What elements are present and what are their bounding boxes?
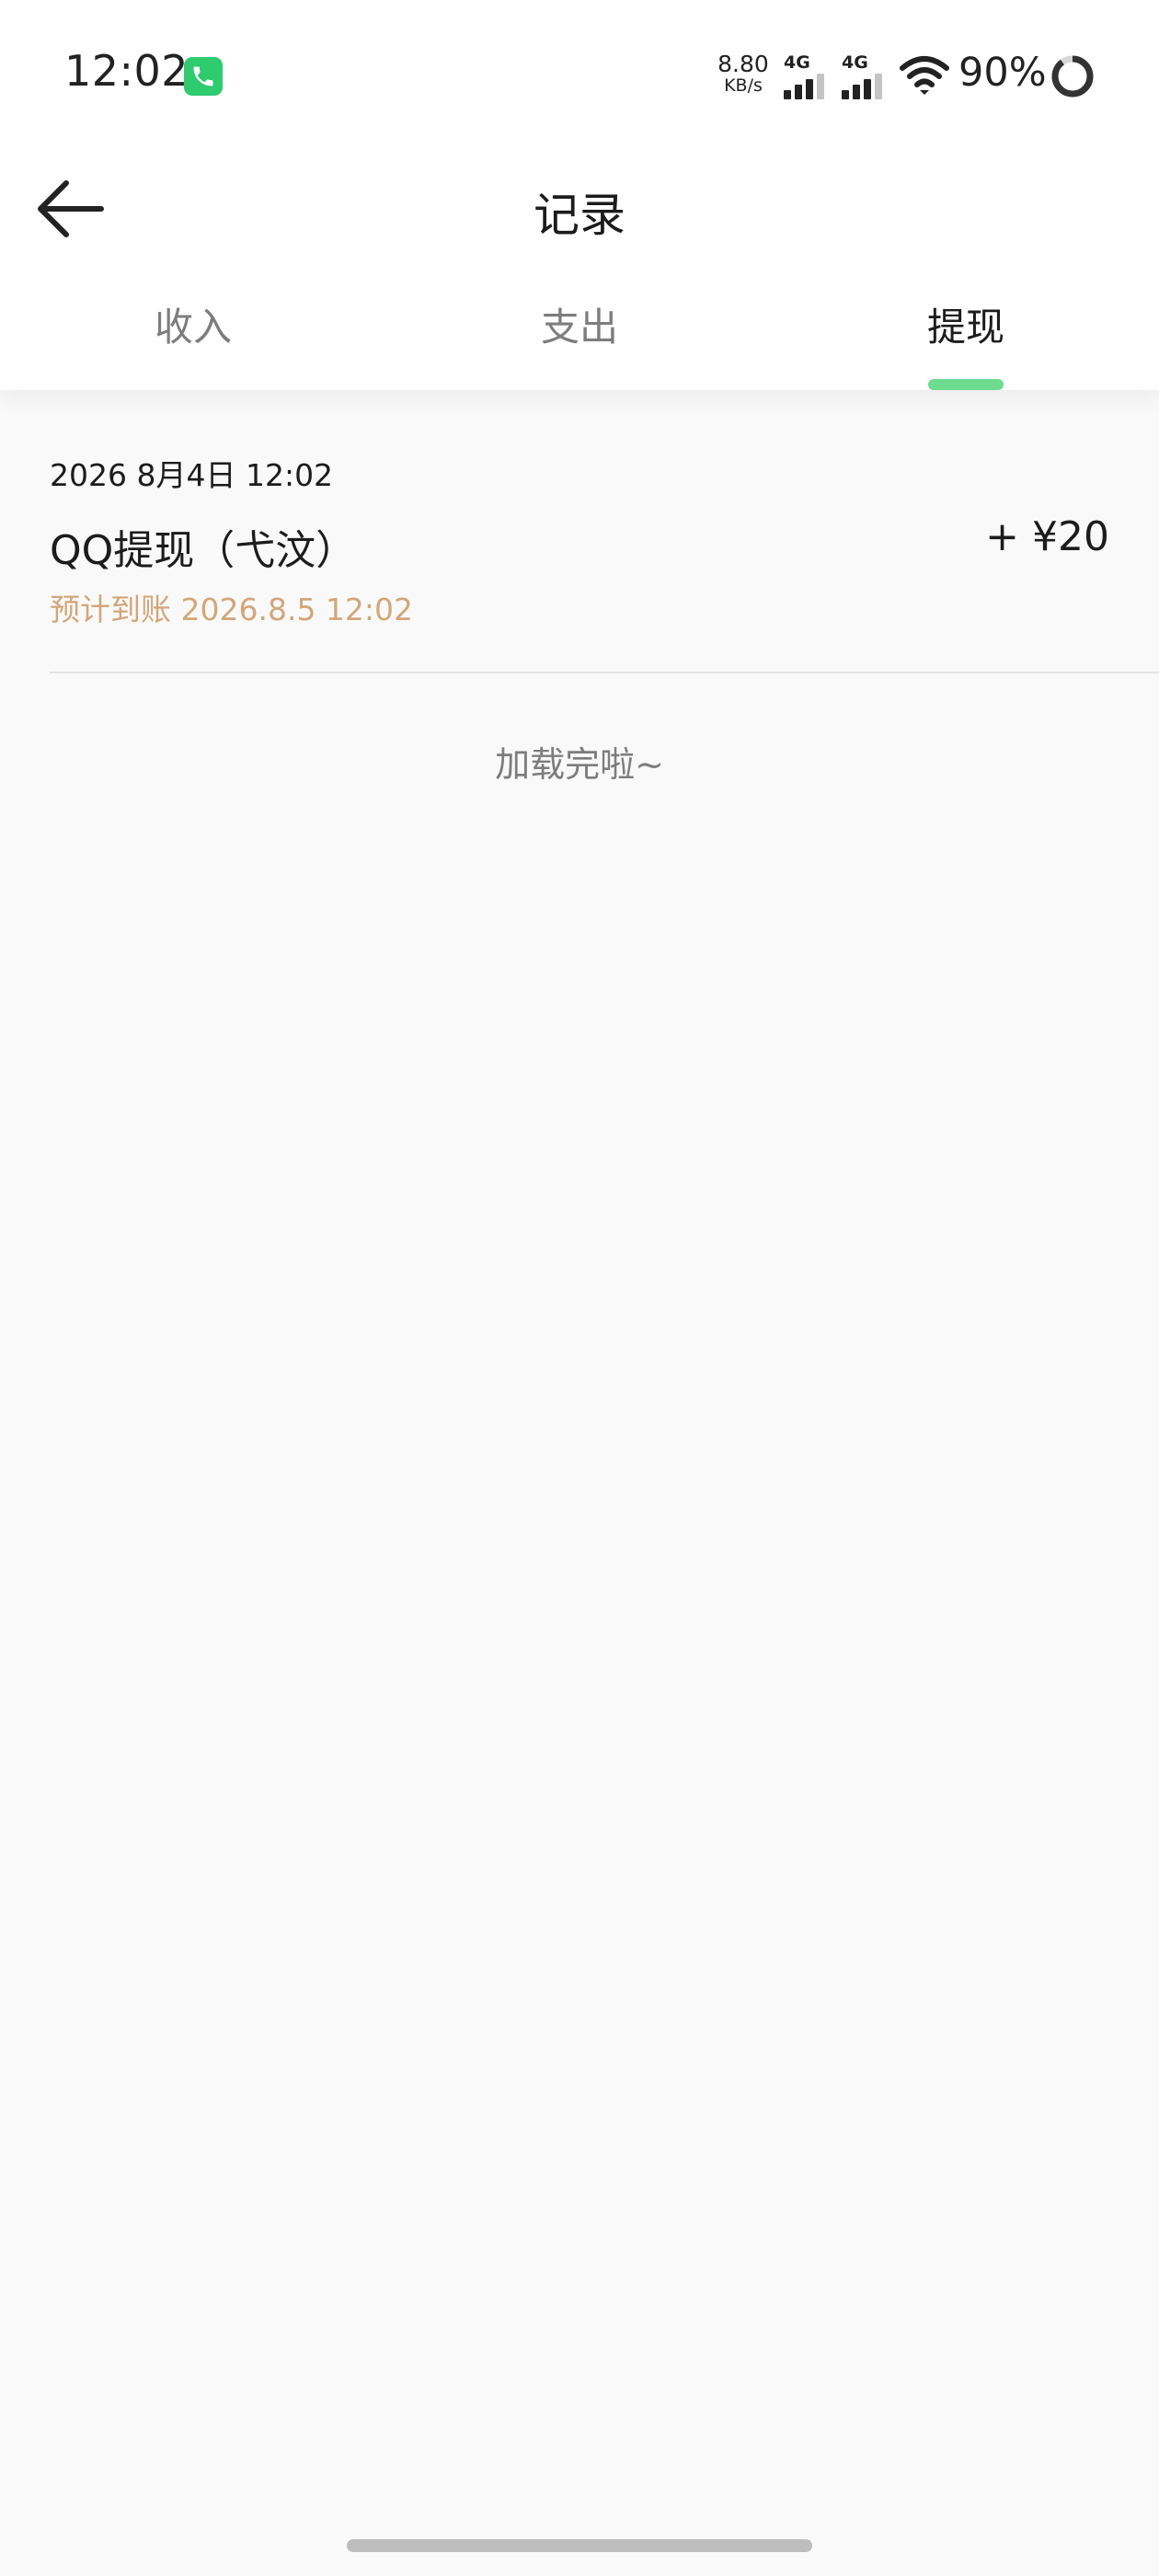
status-bar: 12:02 8.80 KB/s 4G 4G 90%	[0, 0, 1159, 152]
signal-1-label: 4G	[784, 52, 810, 73]
record-amount: + ¥20	[985, 513, 1109, 560]
record-date: 2026 8月4日 12:02	[50, 457, 334, 493]
battery-percent: 90%	[958, 50, 1047, 96]
signal-1-icon: 4G	[784, 53, 833, 99]
battery-ring-icon	[1050, 53, 1096, 103]
signal-2-label: 4G	[842, 52, 868, 73]
record-item[interactable]: 2026 8月4日 12:02 QQ提现（弋汶） + ¥20 预计到账 2026…	[50, 442, 1159, 673]
network-speed-unit: KB/s	[724, 75, 763, 96]
record-name: QQ提现（弋汶）	[50, 527, 357, 574]
home-indicator[interactable]	[347, 2539, 812, 2552]
network-speed: 8.80 KB/s	[716, 52, 771, 96]
record-eta: 预计到账 2026.8.5 12:02	[50, 592, 414, 627]
phone-call-icon[interactable]	[184, 57, 223, 96]
signal-2-icon: 4G	[842, 53, 891, 99]
tab-income[interactable]: 收入	[0, 296, 386, 352]
top-panel: 12:02 8.80 KB/s 4G 4G 90% 记录 收入 支出 提现	[0, 0, 1159, 390]
page-title: 记录	[534, 189, 625, 242]
tab-withdraw[interactable]: 提现	[773, 296, 1159, 352]
load-complete-text: 加载完啦~	[495, 744, 664, 785]
network-speed-value: 8.80	[717, 51, 769, 77]
tab-expense[interactable]: 支出	[386, 296, 773, 352]
wifi-icon	[900, 55, 949, 99]
status-time: 12:02	[64, 46, 189, 96]
header: 记录	[0, 156, 1159, 258]
tab-active-indicator	[928, 379, 1004, 390]
tab-bar: 收入 支出 提现	[0, 276, 1159, 390]
